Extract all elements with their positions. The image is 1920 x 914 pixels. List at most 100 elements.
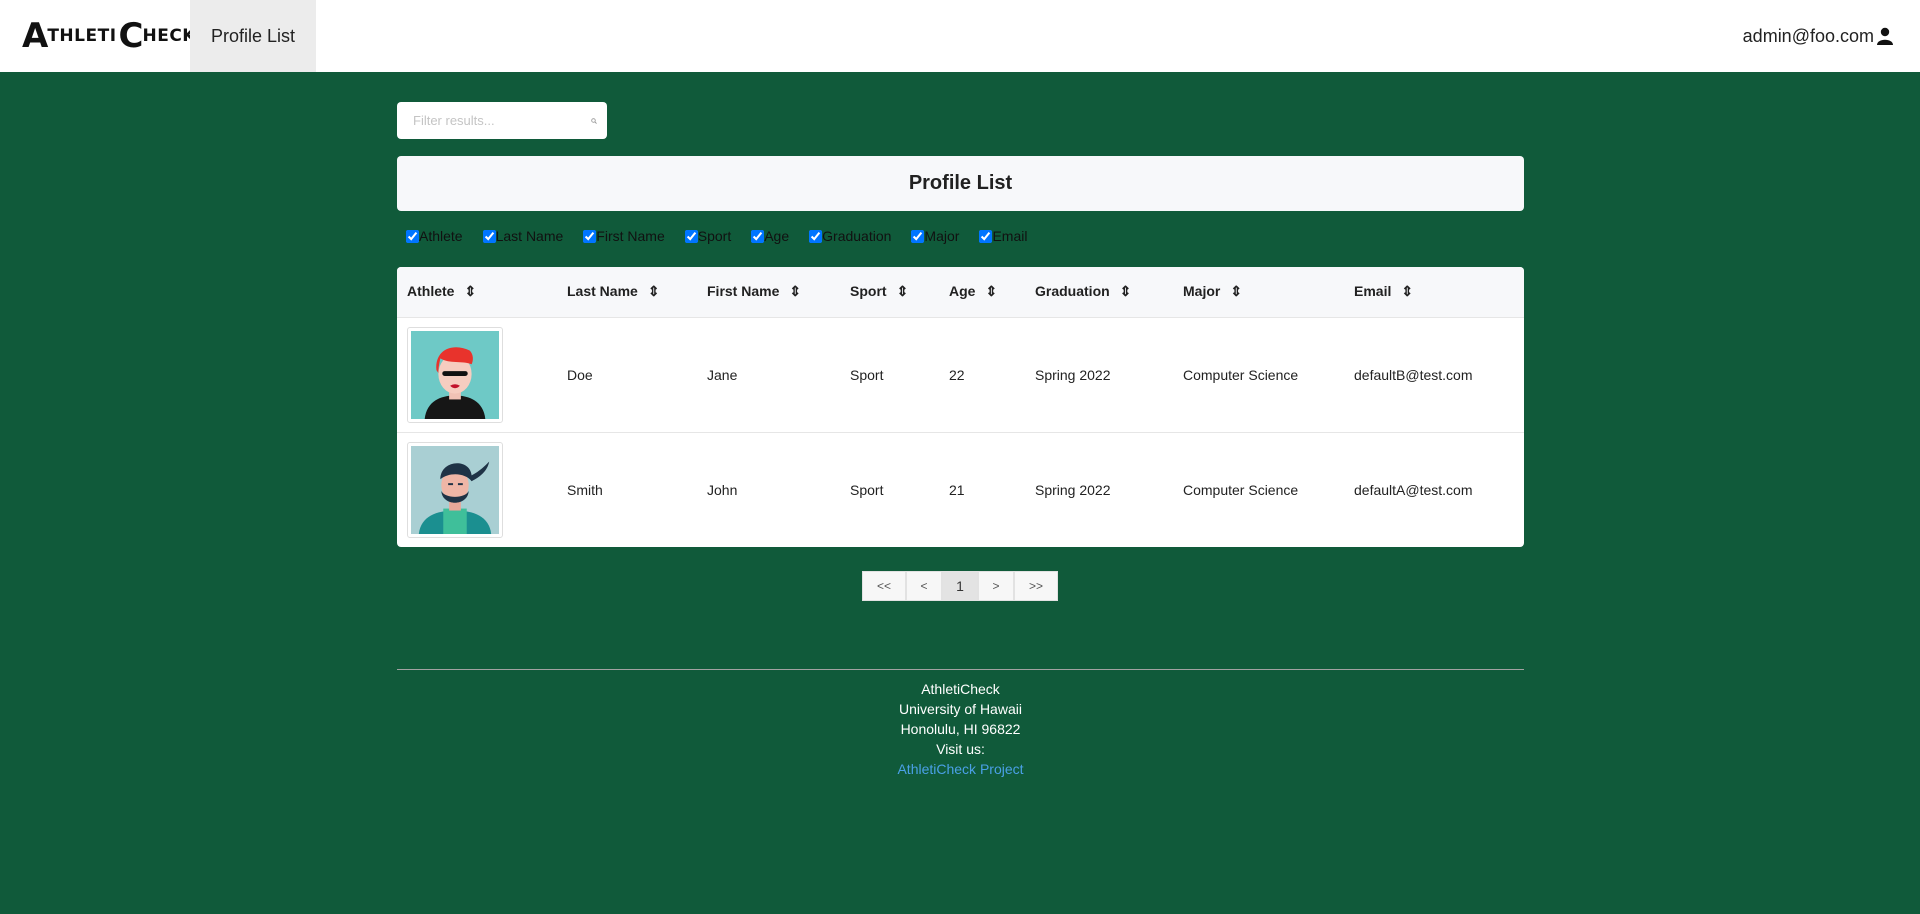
table-row[interactable]: Smith John Sport 21 Spring 2022 Computer… — [397, 432, 1524, 547]
cell-graduation: Spring 2022 — [1035, 481, 1111, 498]
toggle-label: Age — [764, 228, 790, 244]
cell-sport: Sport — [850, 481, 884, 498]
sort-icon[interactable]: ⇕ — [1120, 283, 1132, 299]
sort-icon[interactable]: ⇕ — [789, 283, 801, 299]
sort-icon[interactable]: ⇕ — [985, 283, 997, 299]
footer-visit-label: Visit us: — [936, 741, 985, 757]
brand-letter-c: C — [118, 16, 144, 56]
footer: AthletiCheck University of Hawaii Honolu… — [397, 669, 1524, 779]
header-label: First Name — [707, 283, 780, 300]
user-email: admin@foo.com — [1742, 25, 1874, 46]
cell-graduation: Spring 2022 — [1025, 317, 1173, 433]
filter-box — [397, 102, 607, 139]
cell-first-name: John — [707, 481, 738, 498]
cell-last-name: Smith — [567, 481, 603, 498]
page-title: Profile List — [397, 156, 1524, 211]
toggle-last-name-checkbox[interactable] — [482, 229, 496, 243]
toggle-graduation-checkbox[interactable] — [809, 229, 823, 243]
cell-sport: Sport — [840, 317, 939, 433]
avatar-john[interactable] — [407, 441, 503, 538]
toggle-label: First Name — [596, 228, 665, 244]
toggle-label: Sport — [697, 228, 732, 244]
header-sport[interactable]: Sport ⇕ — [840, 267, 939, 318]
header-label: Major — [1183, 283, 1221, 300]
header-athlete[interactable]: Athlete ⇕ — [397, 267, 557, 318]
sort-icon[interactable]: ⇕ — [464, 283, 476, 299]
toggle-sport-checkbox[interactable] — [684, 229, 698, 243]
header-label: Athlete — [407, 283, 455, 300]
toggle-label: Last Name — [495, 228, 564, 244]
female-avatar-icon — [411, 330, 499, 419]
nav-profile-list[interactable]: Profile List — [190, 0, 316, 72]
profile-table: Athlete ⇕ Last Name ⇕ First Name ⇕ Sport ⇕ A… — [397, 267, 1524, 547]
header-label: Last Name — [567, 283, 638, 300]
toggle-athlete[interactable]: Athlete — [406, 228, 463, 244]
cell-age: 22 — [939, 317, 1025, 433]
header-last-name[interactable]: Last Name ⇕ — [557, 267, 697, 318]
toggle-first-name[interactable]: First Name — [583, 228, 665, 244]
toggle-graduation[interactable]: Graduation — [809, 228, 891, 244]
toggle-label: Graduation — [822, 228, 892, 244]
cell-athlete — [397, 432, 557, 547]
cell-major: Computer Science — [1173, 317, 1344, 433]
search-icon[interactable] — [591, 114, 597, 128]
column-toggles: Athlete Last Name First Name Sport Age G… — [406, 228, 1047, 244]
cell-email: defaultA@test.com — [1354, 481, 1473, 498]
navbar: A THLETI C HECK Profile List admin@foo.com — [0, 0, 1920, 72]
footer-university: University of Hawaii — [899, 701, 1022, 717]
brand-heck: HECK — [142, 26, 196, 46]
avatar-jane[interactable] — [407, 326, 503, 423]
prev-page-button[interactable]: < — [906, 571, 942, 601]
toggle-label: Athlete — [419, 228, 463, 244]
header-label: Email — [1354, 283, 1392, 300]
cell-major: Computer Science — [1183, 481, 1299, 498]
header-age[interactable]: Age ⇕ — [939, 267, 1025, 318]
toggle-age[interactable]: Age — [751, 228, 789, 244]
filter-input[interactable] — [411, 112, 591, 129]
table-header-row: Athlete ⇕ Last Name ⇕ First Name ⇕ Sport ⇕ A… — [397, 267, 1524, 318]
toggle-sport[interactable]: Sport — [684, 228, 732, 244]
page-1-button[interactable]: 1 — [942, 571, 978, 601]
header-first-name[interactable]: First Name ⇕ — [697, 267, 840, 318]
cell-last-name: Doe — [557, 317, 697, 433]
sort-icon[interactable]: ⇕ — [897, 283, 909, 299]
header-major[interactable]: Major ⇕ — [1173, 267, 1344, 318]
toggle-email-checkbox[interactable] — [979, 229, 993, 243]
user-menu[interactable]: admin@foo.com — [1743, 0, 1894, 72]
cell-first-name: Jane — [697, 317, 840, 433]
cell-age: 21 — [949, 481, 965, 498]
brand-letter-a: A — [22, 16, 48, 56]
table-row[interactable]: Doe Jane Sport 22 Spring 2022 Computer S… — [397, 317, 1524, 433]
toggle-age-checkbox[interactable] — [751, 229, 765, 243]
toggle-last-name[interactable]: Last Name — [482, 228, 564, 244]
toggle-first-name-checkbox[interactable] — [583, 229, 597, 243]
toggle-athlete-checkbox[interactable] — [406, 229, 419, 243]
header-label: Sport — [850, 283, 887, 300]
toggle-email[interactable]: Email — [979, 228, 1027, 244]
toggle-major[interactable]: Major — [911, 228, 959, 244]
next-page-button[interactable]: > — [978, 571, 1014, 601]
brand-thleti: THLETI — [47, 26, 117, 46]
footer-app-name: AthletiCheck — [921, 681, 1000, 697]
header-graduation[interactable]: Graduation ⇕ — [1025, 267, 1173, 318]
sort-icon[interactable]: ⇕ — [648, 283, 660, 299]
toggle-label: Major — [924, 228, 960, 244]
sort-icon[interactable]: ⇕ — [1230, 283, 1242, 299]
profile-table-container: Athlete ⇕ Last Name ⇕ First Name ⇕ Sport ⇕ A… — [397, 267, 1524, 547]
pagination: << < 1 > >> — [862, 571, 1058, 601]
male-avatar-icon — [411, 445, 499, 534]
header-label: Graduation — [1035, 283, 1110, 300]
footer-address: Honolulu, HI 96822 — [900, 721, 1021, 737]
last-page-button[interactable]: >> — [1014, 571, 1058, 601]
toggle-major-checkbox[interactable] — [911, 229, 925, 243]
toggle-label: Email — [992, 228, 1028, 244]
cell-athlete — [397, 317, 557, 433]
brand-logo[interactable]: A THLETI C HECK — [0, 0, 195, 72]
user-icon — [1877, 27, 1893, 45]
footer-project-link[interactable]: AthletiCheck Project — [897, 761, 1023, 777]
header-email[interactable]: Email ⇕ — [1344, 267, 1524, 318]
first-page-button[interactable]: << — [862, 571, 906, 601]
sort-icon[interactable]: ⇕ — [1401, 283, 1413, 299]
cell-email: defaultB@test.com — [1344, 317, 1524, 433]
header-label: Age — [949, 283, 976, 300]
